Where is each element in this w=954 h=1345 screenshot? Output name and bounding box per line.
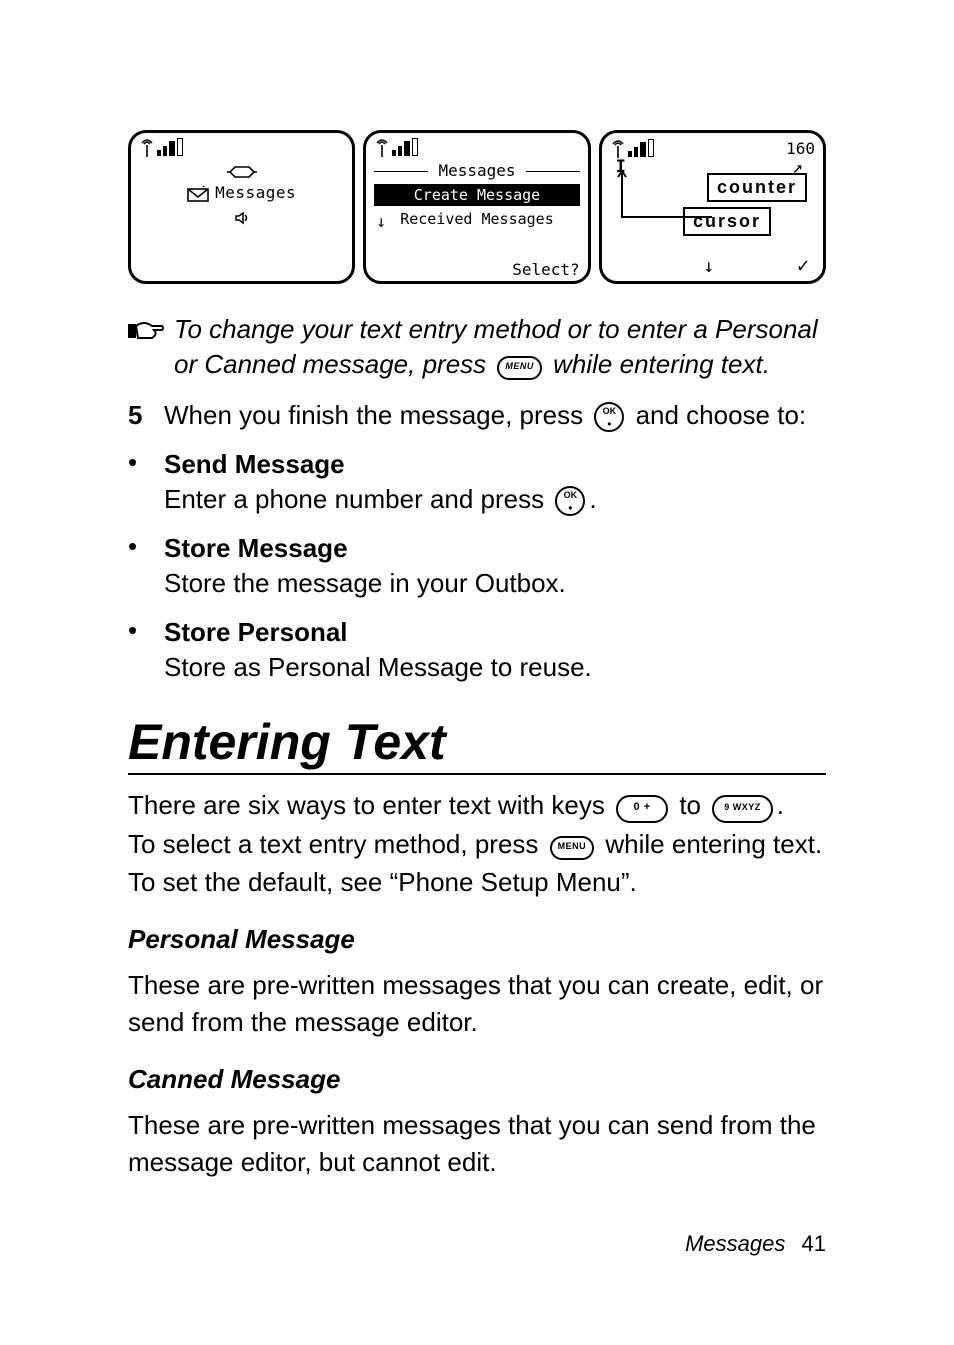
footer-label: Messages [685,1231,785,1256]
section-p2-b: while entering text. [605,829,822,859]
section-p1-a: There are six ways to enter text with ke… [128,790,605,820]
down-arrow-icon: ↓ [376,212,386,231]
bullet-head: Store Personal [164,615,592,650]
screen2-item: Received Messages [400,210,554,228]
key-9-icon: 9 WXYZ [712,795,773,823]
bullet-body: Store the message in your Outbox. [164,566,566,601]
signal-bars-icon [392,140,418,156]
section-p3: To set the default, see “Phone Setup Men… [128,867,637,897]
section-p1-b: to [679,790,701,820]
signal-bars-icon [628,141,654,157]
screen2-title: Messages [374,161,579,180]
subheading-canned: Canned Message [128,1064,826,1095]
note-row: To change your text entry method or to e… [128,312,826,384]
action-list: Send Message Enter a phone number and pr… [128,447,826,686]
bullet-body: Enter a phone number and press [164,484,544,514]
key-0-icon: 0 + [616,795,668,823]
phone-screen-3: 160 I ↗ counter cursor ↓ ✓ [599,130,826,284]
antenna-icon [139,139,155,157]
carousel-diamond-icon [227,163,257,181]
screen1-label: Messages [215,183,296,202]
signal-bars-icon [157,140,183,156]
section-p1-c: . [777,790,784,820]
phone-screen-2: Messages Create Message ↓ Received Messa… [363,130,590,284]
callout-label-counter: counter [707,173,807,202]
section-p2-a: To select a text entry method, press [128,829,538,859]
envelope-icon [187,186,209,202]
phone-screens-row: Messages Messages Create Message ↓ Rec [128,130,826,284]
step5-text-b: and choose to: [636,400,807,430]
char-counter-value: 160 [786,139,815,158]
bullet-body-tail: . [589,484,596,514]
note-text-b: while entering text. [553,349,770,379]
bullet-body: Store as Personal Message to reuse. [164,650,592,685]
ok-key-icon [594,402,624,432]
step-number: 5 [128,398,146,433]
phone-screen-1: Messages [128,130,355,284]
step5-text-a: When you finish the message, press [164,400,583,430]
antenna-icon [610,140,626,158]
screen2-select-prompt: Select? [512,260,579,279]
pointing-hand-icon [128,318,164,344]
down-arrow-icon: ↓ [703,256,714,277]
screen2-item-selected: Create Message [374,184,579,206]
sub1-body: These are pre-written messages that you … [128,967,826,1040]
sub2-body: These are pre-written messages that you … [128,1107,826,1180]
speaker-icon [234,210,250,226]
step-5-row: 5 When you finish the message, press and… [128,398,826,433]
section-heading: Entering Text [128,713,826,775]
bullet-head: Send Message [164,447,597,482]
footer-page-number: 41 [802,1231,826,1256]
menu-key-icon: MENU [550,836,595,860]
bullet-head: Store Message [164,531,566,566]
antenna-icon [374,139,390,157]
callout-line-icon [620,169,720,229]
subheading-personal: Personal Message [128,924,826,955]
ok-key-icon [555,486,585,516]
check-icon: ✓ [797,253,809,277]
menu-key-icon: MENU [497,356,542,380]
page-footer: Messages 41 [685,1231,826,1257]
